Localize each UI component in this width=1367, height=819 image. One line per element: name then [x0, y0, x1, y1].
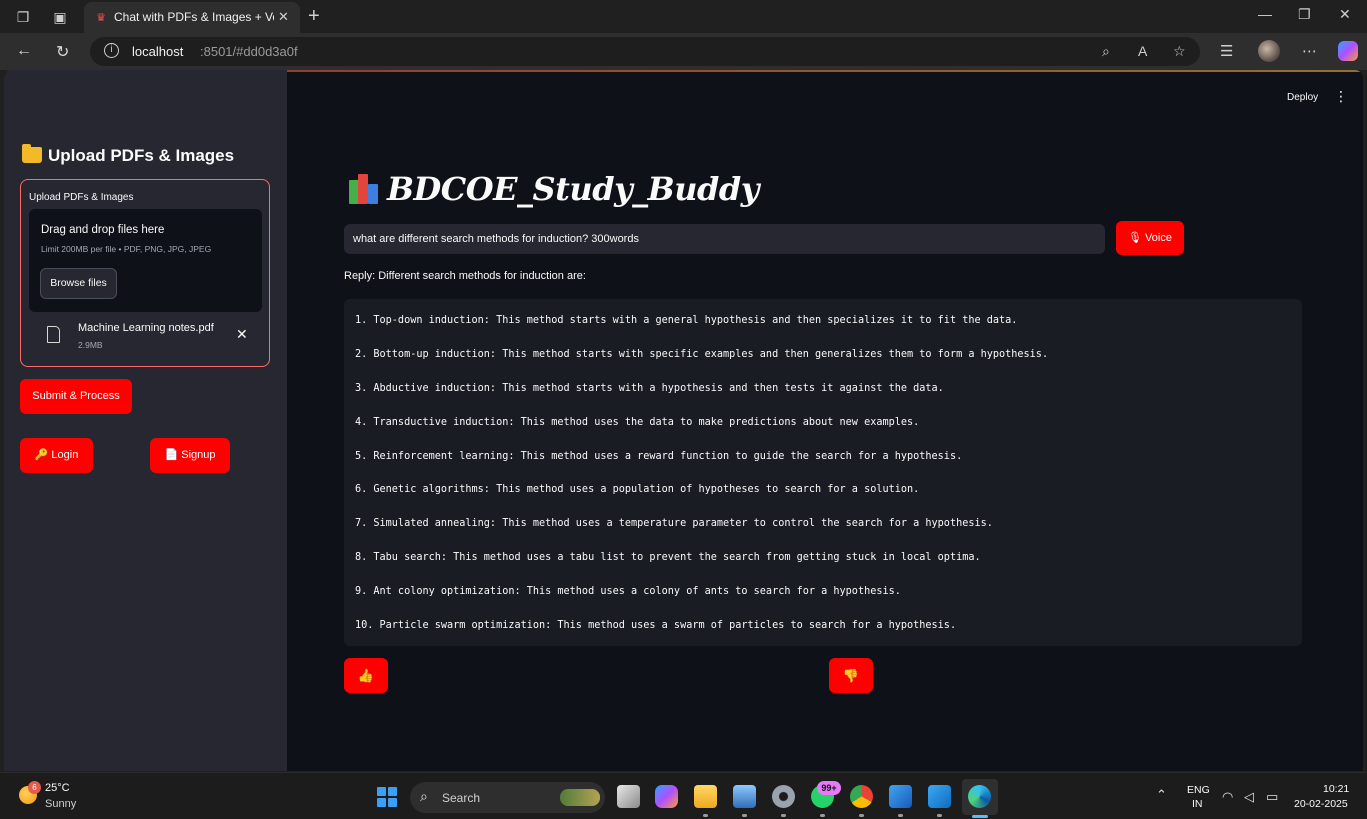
clock-time[interactable]: 10:21	[1323, 783, 1349, 795]
minimize-icon[interactable]: —	[1258, 6, 1272, 22]
vscode-icon[interactable]	[928, 785, 951, 808]
reply-line: 9. Ant colony optimization: This method …	[355, 586, 901, 598]
running-indicator	[742, 814, 747, 817]
dropzone-limit: Limit 200MB per file • PDF, PNG, JPG, JP…	[41, 244, 212, 254]
taskbar-search[interactable]: ⌕ Search	[410, 782, 605, 813]
refresh-icon[interactable]: ↻	[56, 42, 69, 62]
search-highlight-icon	[560, 789, 600, 806]
main-menu-icon[interactable]: ⋮	[1334, 88, 1348, 105]
running-indicator	[937, 814, 942, 817]
chrome-icon[interactable]	[850, 785, 873, 808]
reply-line: 4. Transductive induction: This method u…	[355, 416, 920, 428]
language-indicator[interactable]: ENG	[1187, 784, 1210, 796]
remove-file-icon[interactable]: ✕	[236, 326, 248, 343]
uploaded-file-size: 2.9MB	[78, 340, 103, 350]
browser-tab-bar: ❐ ▣ ♛ Chat with PDFs & Images + Voice ✕ …	[0, 0, 1367, 33]
submit-process-button[interactable]: Submit & Process	[20, 379, 132, 414]
tab-active[interactable]: ♛ Chat with PDFs & Images + Voice ✕	[84, 2, 300, 33]
close-window-icon[interactable]: ✕	[1339, 6, 1351, 23]
books-icon	[347, 172, 381, 204]
url-path: :8501/#dd0d3a0f	[200, 44, 298, 59]
favorite-star-icon[interactable]: ☆	[1173, 43, 1186, 60]
taskbar-search-label: Search	[442, 791, 481, 805]
sidebar-title: Upload PDFs & Images	[22, 144, 235, 166]
profile-avatar[interactable]	[1258, 40, 1280, 62]
copilot-taskbar-icon[interactable]	[655, 785, 678, 808]
photos-icon[interactable]	[733, 785, 756, 808]
reply-line: 2. Bottom-up induction: This method star…	[355, 348, 1049, 360]
file-uploader: Upload PDFs & Images Drag and drop files…	[20, 179, 270, 367]
app-viewport: Upload PDFs & Images Upload PDFs & Image…	[4, 70, 1363, 771]
reply-code-block: 1. Top-down induction: This method start…	[344, 299, 1302, 646]
back-icon[interactable]: ←	[16, 42, 32, 60]
running-indicator	[820, 814, 825, 817]
reply-line: 7. Simulated annealing: This method uses…	[355, 518, 993, 530]
reply-line: 1. Top-down induction: This method start…	[355, 315, 1018, 326]
url-host: localhost	[132, 44, 184, 59]
show-hidden-icons-icon[interactable]: ⌃	[1156, 787, 1167, 803]
login-button[interactable]: 🔑 Login	[20, 438, 93, 473]
wifi-icon[interactable]: ◠	[1222, 789, 1233, 805]
reply-line: 5. Reinforcement learning: This method u…	[355, 450, 963, 462]
site-info-icon[interactable]: i	[104, 43, 119, 58]
search-icon: ⌕	[420, 788, 428, 804]
sidebar: Upload PDFs & Images Upload PDFs & Image…	[4, 70, 287, 771]
tab-actions-icon[interactable]: ▣	[51, 8, 69, 26]
clock-date[interactable]: 20-02-2025	[1294, 798, 1348, 810]
restore-icon[interactable]: ❐	[1298, 6, 1311, 23]
reply-line: 3. Abductive induction: This method star…	[355, 382, 944, 394]
word-icon[interactable]	[889, 785, 912, 808]
reply-line: 8. Tabu search: This method uses a tabu …	[355, 552, 981, 564]
running-indicator	[859, 814, 864, 817]
sidebar-title-text: Upload PDFs & Images	[48, 146, 235, 165]
windows-start-icon[interactable]	[377, 787, 397, 807]
workspaces-icon[interactable]: ❐	[14, 8, 32, 26]
file-icon	[47, 326, 60, 343]
page-title-text: BDCOE_Study_Buddy	[387, 170, 759, 208]
read-aloud-icon[interactable]: A	[1138, 43, 1147, 59]
battery-icon[interactable]: ▭	[1266, 789, 1278, 805]
address-bar: ← ↻ i localhost :8501/#dd0d3a0f ⌕ A ☆ ☰ …	[0, 33, 1367, 70]
taskbar: 6 25°C Sunny ⌕ Search 99+ ⌃ ENG IN ◠ ◁ ▭…	[0, 772, 1367, 819]
dropzone-title: Drag and drop files here	[41, 224, 165, 236]
active-app-indicator	[972, 815, 988, 818]
edge-icon[interactable]	[968, 785, 991, 808]
thumbs-up-button[interactable]: 👍	[344, 658, 388, 693]
tab-close-icon[interactable]: ✕	[278, 9, 289, 25]
url-field[interactable]: i localhost :8501/#dd0d3a0f ⌕ A ☆	[90, 37, 1200, 66]
weather-condition[interactable]: Sunny	[45, 798, 76, 810]
uploaded-file-name: Machine Learning notes.pdf	[78, 322, 214, 334]
volume-icon[interactable]: ◁	[1244, 789, 1254, 805]
task-view-icon[interactable]	[617, 785, 640, 808]
uploader-label: Upload PDFs & Images	[29, 192, 134, 203]
running-indicator	[898, 814, 903, 817]
more-icon[interactable]: ⋯	[1302, 42, 1317, 60]
running-indicator	[781, 814, 786, 817]
settings-gear-icon[interactable]	[772, 785, 795, 808]
copilot-icon[interactable]	[1338, 41, 1358, 61]
weather-badge: 6	[28, 781, 41, 794]
favorites-icon[interactable]: ☰	[1220, 42, 1233, 60]
streamlit-favicon-icon: ♛	[96, 12, 106, 24]
reply-line: 6. Genetic algorithms: This method uses …	[355, 484, 920, 496]
weather-temperature[interactable]: 25°C	[45, 782, 70, 794]
tab-title: Chat with PDFs & Images + Voice	[114, 10, 274, 24]
whatsapp-badge: 99+	[817, 781, 841, 795]
zoom-icon[interactable]: ⌕	[1102, 43, 1110, 60]
language-region[interactable]: IN	[1192, 798, 1203, 810]
deploy-button[interactable]: Deploy	[1287, 92, 1318, 103]
signup-button[interactable]: 📄 Signup	[150, 438, 230, 473]
folder-icon	[22, 144, 42, 163]
page-title: BDCOE_Study_Buddy	[347, 170, 759, 208]
new-tab-icon[interactable]: +	[308, 5, 320, 28]
running-indicator	[703, 814, 708, 817]
browse-files-button[interactable]: Browse files	[40, 268, 117, 299]
thumbs-down-button[interactable]: 👎	[829, 658, 873, 693]
voice-button[interactable]: 🎙 Voice	[1116, 221, 1184, 255]
reply-line: 10. Particle swarm optimization: This me…	[355, 620, 957, 632]
reply-label: Reply: Different search methods for indu…	[344, 270, 586, 282]
file-explorer-icon[interactable]	[694, 785, 717, 808]
question-input[interactable]: what are different search methods for in…	[344, 224, 1105, 254]
dropzone[interactable]: Drag and drop files here Limit 200MB per…	[29, 209, 262, 312]
